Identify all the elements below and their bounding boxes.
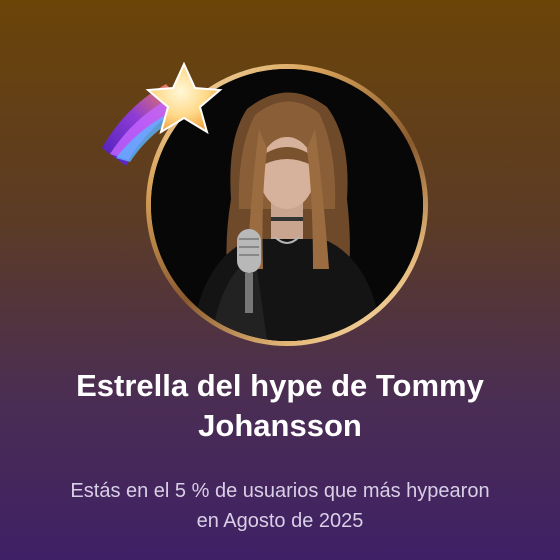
page-subtitle: Estás en el 5 % de usuarios que más hype… [70, 480, 490, 532]
hype-star-card: Estrella del hype de Tommy Johansson Est… [0, 0, 560, 560]
page-title: Estrella del hype de Tommy Johansson [76, 368, 484, 443]
shooting-star-icon [96, 56, 232, 176]
